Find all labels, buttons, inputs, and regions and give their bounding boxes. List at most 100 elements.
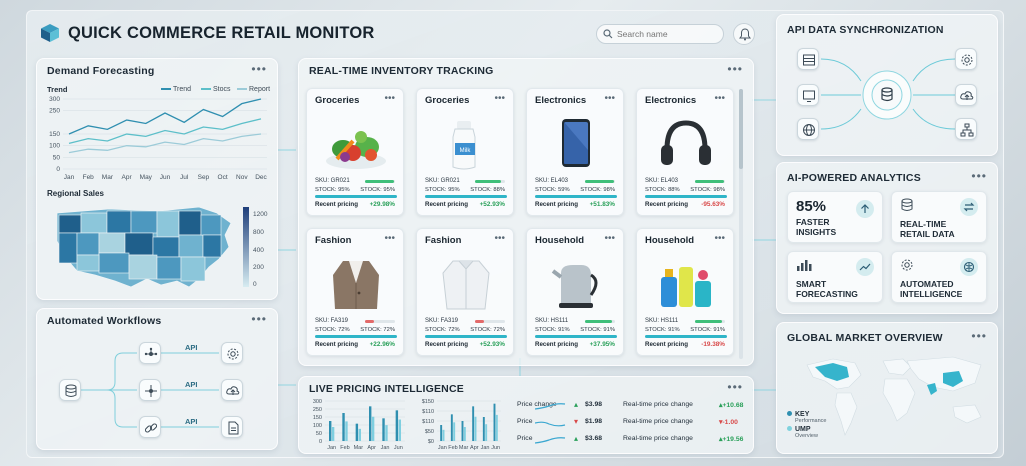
tile-label: RETAIL DATA	[900, 229, 955, 239]
x-tick-label: Mar	[354, 445, 364, 451]
database-node[interactable]	[59, 379, 81, 401]
product-card[interactable]: Fashion ••• SKU: FA319 STOCK: 72% STOCK: 72%…	[306, 228, 404, 356]
svg-text:Milk: Milk	[460, 148, 472, 154]
panel-menu-button[interactable]: •••	[971, 169, 987, 183]
scrollbar[interactable]	[739, 89, 743, 359]
product-card[interactable]: Fashion ••• SKU: FA319 STOCK: 72% STOCK: 72%…	[416, 228, 514, 356]
price-change-percent: +51.83%	[589, 201, 615, 208]
panel-menu-button[interactable]: •••	[971, 329, 987, 343]
product-category: Electronics	[645, 95, 697, 106]
x-tick-label: Nov	[236, 174, 248, 181]
y-tick-label: 100	[49, 143, 60, 150]
network-node[interactable]	[139, 342, 161, 364]
smart-forecasting-tile[interactable]: SMART FORECASTING	[787, 251, 883, 303]
bar	[495, 414, 498, 441]
stock-value: STOCK: 88%	[645, 187, 680, 193]
price-delta: ▾-1.00	[719, 419, 738, 426]
panel-menu-button[interactable]: •••	[251, 62, 267, 76]
product-card[interactable]: Groceries ••• Milk SKU: GR021 STOCK: 95% STOC…	[416, 88, 514, 216]
price-delta: ▴+19.56	[719, 436, 744, 443]
x-tick-label: Apr	[367, 445, 376, 451]
panel-title: REAL-TIME INVENTORY TRACKING	[309, 65, 494, 77]
card-menu-button[interactable]: •••	[714, 233, 725, 244]
price-label: Price	[517, 435, 533, 442]
hierarchy-node[interactable]	[955, 118, 977, 140]
kettle-image	[551, 265, 598, 308]
stock-value: STOCK: 91%	[535, 327, 570, 333]
card-menu-button[interactable]: •••	[384, 233, 395, 244]
product-category: Groceries	[425, 95, 470, 106]
recent-pricing-label: Recent pricing	[425, 341, 468, 348]
panel-menu-button[interactable]: •••	[727, 62, 743, 76]
document-node[interactable]	[221, 416, 243, 438]
x-tick-label: Mar	[459, 445, 469, 451]
product-card[interactable]: Household ••• SKU: HS111 STOCK: 91% STOCK: 9…	[636, 228, 734, 356]
realtime-data-tile[interactable]: REAL-TIME RETAIL DATA	[891, 191, 987, 243]
pricing-progress-bar	[425, 335, 507, 338]
settings-node[interactable]	[221, 342, 243, 364]
product-sku: SKU: EL403	[645, 178, 679, 184]
x-tick-label: Apr	[122, 174, 133, 181]
stock-level-bar	[475, 180, 505, 183]
product-sku: SKU: HS111	[535, 318, 569, 324]
bar	[461, 421, 464, 441]
vegetables-image	[326, 131, 386, 169]
bar	[474, 416, 477, 441]
scale-tick: 1200	[253, 211, 268, 218]
cloud-node[interactable]	[955, 84, 977, 106]
automated-intelligence-tile[interactable]: AUTOMATED INTELLIGENCE	[891, 251, 987, 303]
x-tick-label: Jun	[394, 445, 403, 451]
card-menu-button[interactable]: •••	[714, 93, 725, 104]
bar	[329, 421, 332, 441]
arrow-up-icon: ▴	[574, 400, 579, 409]
card-menu-button[interactable]: •••	[494, 93, 505, 104]
cloud-upload-node[interactable]	[221, 379, 243, 401]
scale-tick: 400	[253, 247, 264, 254]
hub-node[interactable]	[139, 379, 161, 401]
y-tick-label: 0	[319, 439, 322, 445]
product-card[interactable]: Electronics ••• SKU: EL403 STOCK: 59% STOCK:…	[526, 88, 624, 216]
tile-label: INTELLIGENCE	[900, 289, 963, 299]
price-value: $3.68	[585, 435, 603, 442]
globe-node[interactable]	[797, 118, 819, 140]
panel-title: LIVE PRICING INTELLIGENCE	[309, 383, 464, 395]
card-menu-button[interactable]: •••	[604, 93, 615, 104]
database-icon	[901, 198, 913, 211]
x-tick-label: Jan	[64, 174, 75, 181]
table-node[interactable]	[797, 48, 819, 70]
legend-stocs: Stocs	[201, 86, 231, 93]
recent-pricing-label: Recent pricing	[425, 201, 468, 208]
x-tick-label: Jun	[491, 445, 500, 451]
stock-level-bar	[695, 180, 725, 183]
x-tick-label: Dec	[255, 174, 267, 181]
panel-menu-button[interactable]: •••	[727, 380, 743, 394]
product-card[interactable]: Electronics ••• SKU: EL403 STOCK: 88% STOCK:…	[636, 88, 734, 216]
x-tick-label: Jul	[180, 174, 189, 181]
gear-icon	[901, 259, 913, 271]
pricing-progress-bar	[645, 335, 727, 338]
product-card[interactable]: Household ••• SKU: HS111 STOCK: 91% STOCK: 9…	[526, 228, 624, 356]
link-icon	[144, 423, 158, 433]
ai-analytics-panel: AI-POWERED ANALYTICS ••• 85% FASTER INSI…	[776, 162, 998, 314]
shirt-image	[442, 260, 490, 310]
link-node[interactable]	[139, 416, 161, 438]
pricing-progress-bar	[645, 195, 727, 198]
y-tick-label: 300	[49, 96, 60, 103]
product-card[interactable]: Groceries ••• SKU: GR021 STOCK: 95% STOCK: 9…	[306, 88, 404, 216]
y-tick-label: $110	[422, 409, 434, 415]
faster-insights-tile[interactable]: 85% FASTER INSIGHTS	[787, 191, 883, 243]
product-category: Groceries	[315, 95, 360, 106]
card-menu-button[interactable]: •••	[384, 93, 395, 104]
trend-line-chart: 300 250 150 100 50 0 Jan Feb Mar Apr May Jun Jul Sep O…	[49, 96, 267, 181]
settings-node[interactable]	[955, 48, 977, 70]
monitor-node[interactable]	[797, 84, 819, 106]
recent-pricing-label: Recent pricing	[315, 201, 358, 208]
bar	[345, 421, 348, 441]
bar	[398, 419, 401, 441]
series-line-stocs	[68, 118, 262, 144]
stock-level-bar	[585, 180, 615, 183]
card-menu-button[interactable]: •••	[494, 233, 505, 244]
price-delta: ▴+10.68	[719, 402, 744, 409]
card-menu-button[interactable]: •••	[604, 233, 615, 244]
bar	[485, 424, 488, 441]
